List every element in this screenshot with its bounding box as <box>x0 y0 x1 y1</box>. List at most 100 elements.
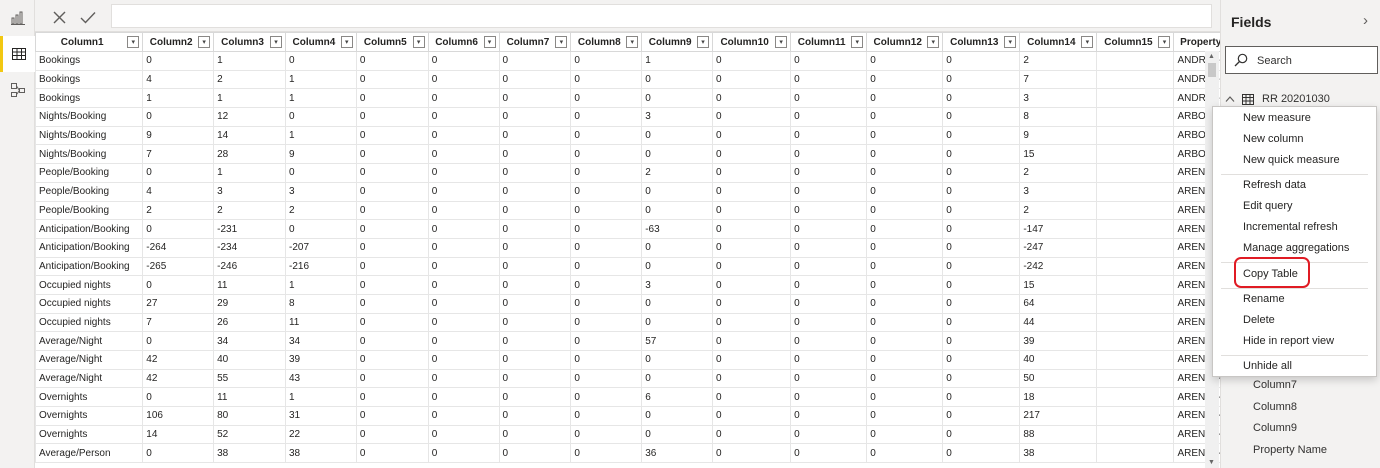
table-cell[interactable]: 27 <box>142 293 215 314</box>
table-cell[interactable] <box>1096 144 1175 165</box>
table-cell[interactable]: 0 <box>498 424 572 445</box>
table-cell[interactable]: 0 <box>641 312 714 333</box>
table-cell[interactable]: -246 <box>213 256 286 277</box>
table-cell[interactable]: 8 <box>284 293 357 314</box>
table-cell[interactable]: 0 <box>712 275 792 295</box>
table-cell[interactable]: Anticipation/Booking <box>35 256 144 277</box>
table-cell[interactable] <box>1096 163 1175 183</box>
table-cell[interactable]: 14 <box>142 424 215 445</box>
table-cell[interactable]: 2 <box>284 200 357 221</box>
table-cell[interactable]: 0 <box>427 88 500 109</box>
table-cell[interactable]: 0 <box>570 69 643 90</box>
table-cell[interactable]: 0 <box>355 51 429 71</box>
table-cell[interactable]: 0 <box>712 88 792 109</box>
table-cell[interactable]: 0 <box>942 69 1021 90</box>
table-cell[interactable]: 0 <box>712 163 792 183</box>
table-cell[interactable]: 0 <box>570 368 643 389</box>
table-cell[interactable]: 36 <box>641 443 714 464</box>
chevron-up-icon[interactable] <box>1225 95 1235 103</box>
table-cell[interactable]: People/Booking <box>35 163 144 183</box>
table-cell[interactable] <box>1096 293 1175 314</box>
table-cell[interactable]: Average/Night <box>35 368 144 389</box>
table-cell[interactable]: 0 <box>570 331 643 351</box>
table-cell[interactable]: Average/Person <box>35 443 144 464</box>
table-cell[interactable]: 0 <box>641 237 714 258</box>
table-cell[interactable]: 0 <box>570 424 643 445</box>
table-cell[interactable]: Overnights <box>35 406 144 426</box>
table-cell[interactable]: 3 <box>641 107 714 127</box>
filter-dropdown-icon[interactable]: ▾ <box>927 36 940 48</box>
table-cell[interactable]: 0 <box>570 219 643 239</box>
table-cell[interactable]: 0 <box>790 237 868 258</box>
table-cell[interactable]: 0 <box>498 144 572 165</box>
table-cell[interactable]: 0 <box>142 387 215 408</box>
table-cell[interactable]: 0 <box>498 387 572 408</box>
table-cell[interactable]: 26 <box>213 312 286 333</box>
filter-dropdown-icon[interactable]: ▾ <box>851 36 864 48</box>
table-cell[interactable]: 0 <box>866 275 944 295</box>
table-cell[interactable]: 40 <box>1019 350 1098 370</box>
table-cell[interactable]: 0 <box>355 331 429 351</box>
table-cell[interactable]: 0 <box>570 200 643 221</box>
column-header[interactable]: Column5 ▾ <box>355 32 429 52</box>
filter-dropdown-icon[interactable]: ▾ <box>555 36 568 48</box>
table-cell[interactable]: 0 <box>142 219 215 239</box>
table-cell[interactable]: 0 <box>942 200 1021 221</box>
table-cell[interactable]: 0 <box>866 125 944 146</box>
table-cell[interactable]: 0 <box>790 144 868 165</box>
table-cell[interactable] <box>1096 387 1175 408</box>
table-cell[interactable]: 2 <box>1019 163 1098 183</box>
table-cell[interactable]: 39 <box>284 350 357 370</box>
table-cell[interactable]: 52 <box>213 424 286 445</box>
table-cell[interactable]: 0 <box>570 125 643 146</box>
table-cell[interactable]: 0 <box>427 443 500 464</box>
table-cell[interactable]: 0 <box>790 51 868 71</box>
filter-dropdown-icon[interactable]: ▾ <box>198 36 211 48</box>
table-cell[interactable]: Nights/Booking <box>35 125 144 146</box>
table-cell[interactable]: 0 <box>498 88 572 109</box>
commit-formula-button[interactable] <box>77 6 99 28</box>
table-cell[interactable]: 1 <box>284 125 357 146</box>
table-cell[interactable]: 0 <box>427 125 500 146</box>
table-cell[interactable]: 1 <box>213 163 286 183</box>
table-cell[interactable]: 2 <box>641 163 714 183</box>
table-cell[interactable]: 0 <box>641 350 714 370</box>
table-cell[interactable]: 0 <box>498 125 572 146</box>
table-cell[interactable]: 0 <box>570 293 643 314</box>
table-cell[interactable]: 7 <box>1019 69 1098 90</box>
table-cell[interactable]: 0 <box>790 256 868 277</box>
filter-dropdown-icon[interactable]: ▾ <box>269 36 282 48</box>
table-cell[interactable]: 0 <box>641 69 714 90</box>
table-cell[interactable]: 0 <box>355 88 429 109</box>
field-item[interactable]: Property Name <box>1253 444 1327 456</box>
table-cell[interactable]: -231 <box>213 219 286 239</box>
menu-item-new-column[interactable]: New column <box>1243 133 1304 145</box>
table-cell[interactable]: 0 <box>570 256 643 277</box>
menu-item-new-quick-measure[interactable]: New quick measure <box>1243 154 1340 166</box>
data-view-button[interactable] <box>0 36 35 72</box>
table-cell[interactable]: 2 <box>1019 51 1098 71</box>
table-cell[interactable]: Average/Night <box>35 350 144 370</box>
column-header[interactable]: Property Name <box>1173 32 1220 52</box>
table-cell[interactable]: 0 <box>427 424 500 445</box>
table-cell[interactable]: 0 <box>942 256 1021 277</box>
table-cell[interactable]: 39 <box>1019 331 1098 351</box>
filter-dropdown-icon[interactable]: ▾ <box>626 36 639 48</box>
table-cell[interactable]: 0 <box>427 312 500 333</box>
table-cell[interactable]: 217 <box>1019 406 1098 426</box>
table-cell[interactable]: 42 <box>142 368 215 389</box>
table-cell[interactable]: 0 <box>712 424 792 445</box>
table-cell[interactable]: 1 <box>284 88 357 109</box>
filter-dropdown-icon[interactable]: ▾ <box>1004 36 1017 48</box>
table-cell[interactable]: 0 <box>498 406 572 426</box>
table-cell[interactable]: 3 <box>1019 88 1098 109</box>
table-cell[interactable]: 0 <box>790 125 868 146</box>
table-cell[interactable]: 0 <box>641 144 714 165</box>
table-cell[interactable]: 4 <box>142 69 215 90</box>
table-cell[interactable]: 0 <box>355 387 429 408</box>
table-cell[interactable]: 0 <box>866 107 944 127</box>
table-cell[interactable]: 9 <box>142 125 215 146</box>
table-cell[interactable]: 15 <box>1019 144 1098 165</box>
table-cell[interactable]: 0 <box>498 181 572 202</box>
table-cell[interactable]: 11 <box>213 387 286 408</box>
